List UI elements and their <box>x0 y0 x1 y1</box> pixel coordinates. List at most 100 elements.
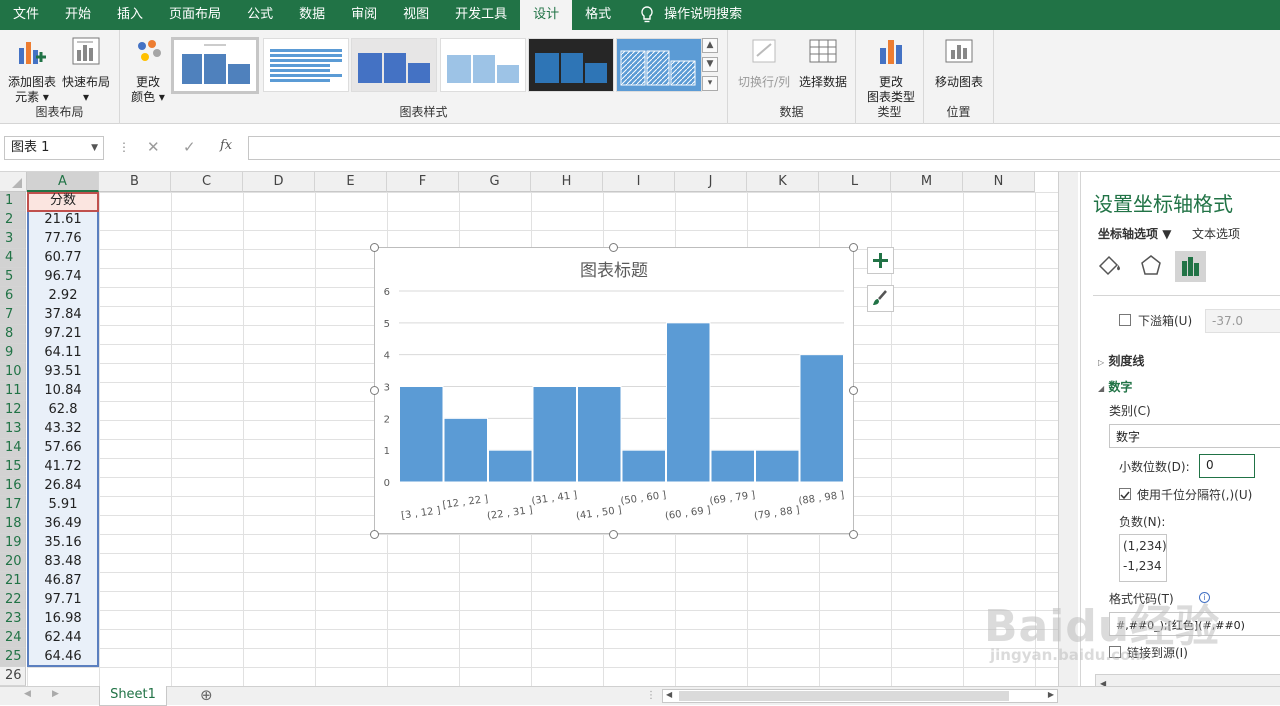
next-sheet-icon[interactable]: ▶ <box>52 689 59 699</box>
tab-formulas[interactable]: 公式 <box>234 0 286 30</box>
column-a-cell[interactable]: 26.84 <box>27 477 99 496</box>
text-options-tab[interactable]: 文本选项 <box>1192 225 1240 242</box>
column-a-cell[interactable]: 10.84 <box>27 382 99 401</box>
category-select[interactable]: 数字 <box>1109 424 1280 448</box>
column-a-cell[interactable]: 64.46 <box>27 648 99 667</box>
tab-page-layout[interactable]: 页面布局 <box>156 0 234 30</box>
chart-styles-button[interactable] <box>867 285 894 312</box>
row-header[interactable]: 19 <box>0 534 26 553</box>
resize-handle-br[interactable] <box>849 530 858 539</box>
row-header[interactable]: 10 <box>0 363 26 382</box>
sheet-tab[interactable]: Sheet1 <box>99 686 167 706</box>
add-sheet-icon[interactable]: ⊕ <box>200 686 213 704</box>
column-a-cell[interactable] <box>27 667 99 686</box>
chart-style-6[interactable] <box>616 38 702 92</box>
column-a-cell[interactable]: 5.91 <box>27 496 99 515</box>
column-a-cell[interactable]: 97.71 <box>27 591 99 610</box>
tell-me-search[interactable]: 操作说明搜索 <box>624 0 755 30</box>
chart-style-2[interactable] <box>263 38 349 92</box>
splitter-icon[interactable]: ⋮ <box>646 690 656 701</box>
resize-handle-r[interactable] <box>849 386 858 395</box>
quick-layout-button[interactable]: 快速布局 ▾ <box>60 36 112 105</box>
column-header[interactable]: D <box>243 172 315 192</box>
enter-icon[interactable]: ✓ <box>183 138 196 156</box>
column-header[interactable]: H <box>531 172 603 192</box>
more-options-icon[interactable]: ⋮ <box>118 140 130 154</box>
row-header[interactable]: 20 <box>0 553 26 572</box>
decimal-places-input[interactable]: 0 <box>1199 454 1255 478</box>
row-header[interactable]: 11 <box>0 382 26 401</box>
row-header[interactable]: 23 <box>0 610 26 629</box>
insert-function-icon[interactable]: fx <box>220 138 232 153</box>
tab-format[interactable]: 格式 <box>572 0 624 30</box>
column-a-cell[interactable]: 77.76 <box>27 230 99 249</box>
column-a-header-cell[interactable]: 分数 <box>27 192 99 211</box>
fill-line-icon[interactable] <box>1095 252 1123 280</box>
axis-options-tab[interactable]: 坐标轴选项 ▼ <box>1098 225 1171 242</box>
tab-review[interactable]: 审阅 <box>338 0 390 30</box>
select-data-button[interactable]: 选择数据 <box>794 36 852 90</box>
styles-scroll-up-button[interactable]: ▲ <box>702 38 718 53</box>
row-header[interactable]: 3 <box>0 230 26 249</box>
name-box[interactable]: 图表 1 ▼ <box>4 136 104 160</box>
underflow-input[interactable]: -37.0 <box>1205 309 1280 333</box>
axis-options-icon-tab[interactable] <box>1175 251 1206 282</box>
add-chart-element-button[interactable]: 添加图表 元素 ▾ <box>4 36 60 105</box>
styles-more-button[interactable]: ▾ <box>702 76 718 91</box>
row-header[interactable]: 21 <box>0 572 26 591</box>
column-header[interactable]: G <box>459 172 531 192</box>
negative-option-2[interactable]: -1,234 <box>1123 559 1162 573</box>
row-header[interactable]: 13 <box>0 420 26 439</box>
row-header[interactable]: 2 <box>0 211 26 230</box>
column-a-cell[interactable]: 83.48 <box>27 553 99 572</box>
column-header[interactable]: E <box>315 172 387 192</box>
row-header[interactable]: 18 <box>0 515 26 534</box>
row-header[interactable]: 5 <box>0 268 26 287</box>
horizontal-scrollbar[interactable]: ◀ ▶ <box>662 689 1058 703</box>
column-a-cell[interactable]: 62.44 <box>27 629 99 648</box>
column-a-cell[interactable]: 60.77 <box>27 249 99 268</box>
underflow-checkbox[interactable] <box>1119 314 1131 326</box>
tab-file[interactable]: 文件 <box>0 0 52 30</box>
chart-elements-button[interactable] <box>867 247 894 274</box>
scroll-right-icon[interactable]: ▶ <box>1048 690 1054 699</box>
chart-style-4[interactable] <box>440 38 526 92</box>
row-header[interactable]: 12 <box>0 401 26 420</box>
tick-marks-section[interactable]: ▷ 刻度线 <box>1098 352 1144 369</box>
row-header[interactable]: 17 <box>0 496 26 515</box>
scroll-left-icon[interactable]: ◀ <box>666 690 672 699</box>
tab-home[interactable]: 开始 <box>52 0 104 30</box>
column-a-cell[interactable]: 35.16 <box>27 534 99 553</box>
column-a-cell[interactable]: 97.21 <box>27 325 99 344</box>
row-header[interactable]: 16 <box>0 477 26 496</box>
column-header[interactable]: B <box>99 172 171 192</box>
formula-input[interactable] <box>248 136 1280 160</box>
column-a-cell[interactable]: 43.32 <box>27 420 99 439</box>
move-chart-button[interactable]: 移动图表 <box>930 36 988 90</box>
resize-handle-bl[interactable] <box>370 530 379 539</box>
tab-insert[interactable]: 插入 <box>104 0 156 30</box>
column-a-cell[interactable]: 57.66 <box>27 439 99 458</box>
column-a-cell[interactable]: 96.74 <box>27 268 99 287</box>
select-all-corner[interactable] <box>0 172 27 192</box>
tab-view[interactable]: 视图 <box>390 0 442 30</box>
resize-handle-b[interactable] <box>609 530 618 539</box>
change-colors-button[interactable]: 更改 颜色 ▾ <box>126 36 170 105</box>
column-a-cell[interactable]: 16.98 <box>27 610 99 629</box>
scroll-thumb[interactable] <box>679 691 1009 701</box>
column-a-cell[interactable]: 62.8 <box>27 401 99 420</box>
chart-style-5[interactable] <box>528 38 614 92</box>
column-header[interactable]: I <box>603 172 675 192</box>
negative-numbers-list[interactable]: (1,234) -1,234 <box>1119 534 1167 582</box>
column-header[interactable]: N <box>963 172 1035 192</box>
chevron-down-icon[interactable]: ▼ <box>91 137 98 159</box>
column-header[interactable]: K <box>747 172 819 192</box>
column-a-cell[interactable]: 36.49 <box>27 515 99 534</box>
row-header[interactable]: 4 <box>0 249 26 268</box>
column-a-cell[interactable]: 37.84 <box>27 306 99 325</box>
resize-handle-tl[interactable] <box>370 243 379 252</box>
column-header[interactable]: A <box>27 172 99 192</box>
column-header[interactable]: L <box>819 172 891 192</box>
chart[interactable]: 图表标题 0 1 2 3 4 5 6 [3 , 12 ] [12 , 22 ] (22 , 31 … <box>374 247 854 534</box>
resize-handle-l[interactable] <box>370 386 379 395</box>
